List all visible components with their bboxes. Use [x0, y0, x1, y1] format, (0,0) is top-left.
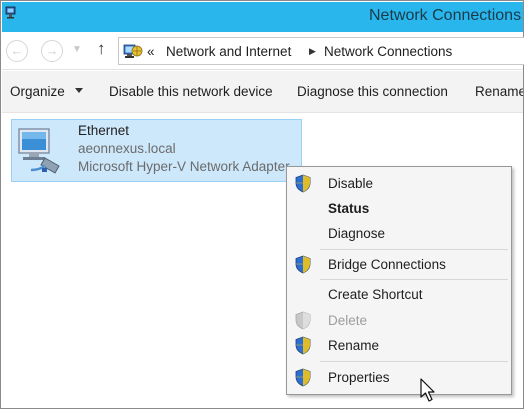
connection-adapter: Microsoft Hyper-V Network Adapter — [78, 159, 290, 174]
explorer-window: Network Connections ← → ▼ ↑ « Network an… — [0, 0, 524, 409]
menu-item-properties[interactable]: Properties — [289, 365, 509, 389]
back-arrow-icon[interactable]: ← — [6, 40, 28, 62]
uac-shield-icon — [295, 311, 311, 330]
disable-device-button[interactable]: Disable this network device — [109, 84, 273, 99]
forward-arrow-icon[interactable]: → — [41, 40, 63, 62]
window-title: Network Connections — [369, 7, 522, 24]
menu-item-label: Bridge Connections — [328, 257, 446, 272]
uac-shield-icon — [295, 368, 311, 387]
menu-item-label: Create Shortcut — [328, 287, 423, 302]
menu-item-bridge-connections[interactable]: Bridge Connections — [289, 252, 509, 276]
breadcrumb-network-and-internet[interactable]: Network and Internet — [166, 44, 291, 59]
connection-name: Ethernet — [78, 123, 130, 138]
title-bar: Network Connections — [2, 2, 523, 32]
up-arrow-icon[interactable]: ↑ — [97, 39, 106, 59]
navigation-bar: ← → ▼ ↑ « Network and Internet ▶ Network… — [2, 32, 524, 70]
menu-item-diagnose[interactable]: Diagnose — [289, 221, 509, 245]
uac-shield-icon — [295, 255, 311, 274]
menu-item-label: Status — [328, 201, 370, 216]
menu-item-rename[interactable]: Rename — [289, 333, 509, 357]
menu-item-label: Disable — [328, 176, 374, 191]
menu-separator — [320, 361, 508, 362]
connection-tile-ethernet[interactable]: Ethernet aeonnexus.local Microsoft Hyper… — [11, 119, 302, 182]
breadcrumb-separator-icon[interactable]: ▶ — [309, 46, 316, 57]
menu-item-label: Delete — [328, 313, 368, 328]
diagnose-connection-button[interactable]: Diagnose this connection — [297, 84, 448, 99]
organize-chevron-down-icon[interactable] — [75, 88, 83, 93]
breadcrumb-overflow[interactable]: « — [147, 44, 155, 59]
organize-button[interactable]: Organize — [10, 84, 65, 99]
ethernet-adapter-icon — [18, 128, 60, 174]
network-folder-icon — [5, 6, 16, 19]
uac-shield-icon — [295, 174, 311, 193]
menu-item-create-shortcut[interactable]: Create Shortcut — [289, 282, 509, 306]
network-connections-icon — [123, 44, 143, 58]
context-menu: Disable Status Diagnose Bridge Connectio… — [286, 166, 512, 395]
recent-locations-dropdown-icon[interactable]: ▼ — [72, 44, 82, 55]
menu-item-label: Properties — [328, 370, 390, 385]
menu-item-label: Diagnose — [328, 226, 386, 241]
menu-item-status[interactable]: Status — [289, 196, 509, 220]
mouse-pointer-icon — [420, 378, 435, 402]
breadcrumb-network-connections[interactable]: Network Connections — [324, 44, 452, 59]
menu-item-delete[interactable]: Delete — [289, 308, 509, 332]
menu-separator — [320, 249, 508, 250]
rename-connection-button[interactable]: Rename this connection — [475, 84, 523, 99]
menu-item-label: Rename — [328, 338, 380, 353]
menu-separator — [320, 279, 508, 280]
address-bar[interactable]: « Network and Internet ▶ Network Connect… — [118, 37, 524, 65]
connection-domain: aeonnexus.local — [78, 141, 176, 156]
command-bar: Organize Disable this network device Dia… — [2, 71, 523, 113]
uac-shield-icon — [295, 336, 311, 355]
menu-item-disable[interactable]: Disable — [289, 171, 509, 195]
